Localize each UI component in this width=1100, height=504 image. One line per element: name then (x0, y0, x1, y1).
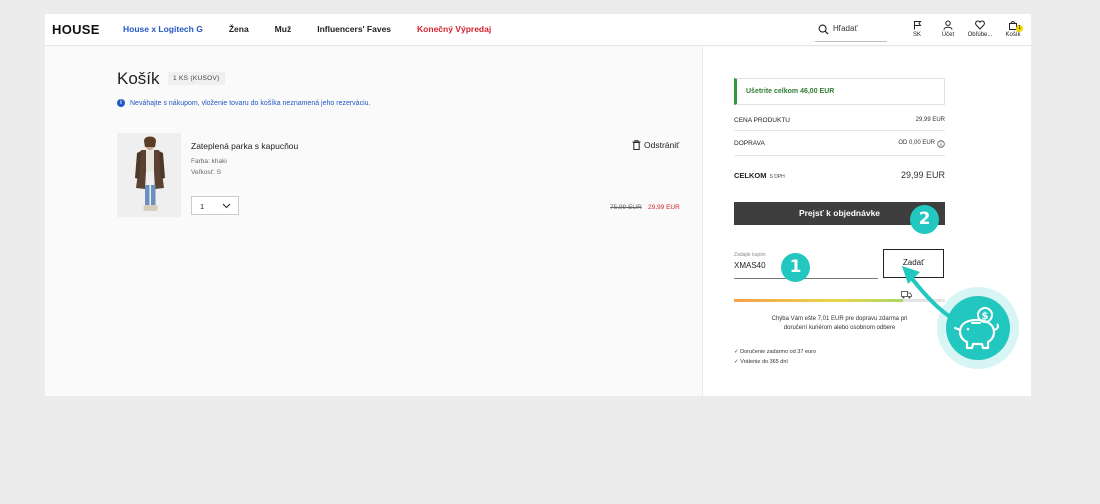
flag-icon (913, 21, 921, 30)
shipping-label: DOPRAVA (734, 140, 765, 147)
product-image[interactable] (117, 133, 181, 217)
nav-item-influencers[interactable]: Influencers' Faves (317, 24, 391, 34)
info-icon: i (117, 99, 125, 107)
step-2-marker: 2 (910, 205, 939, 234)
trash-icon (632, 140, 641, 150)
original-price: 75,99 EUR (610, 204, 642, 211)
piggy-bank-icon: $ (946, 296, 1010, 360)
chevron-down-icon (222, 203, 231, 209)
page-frame: HOUSE House x Logitech G Žena Muž Influe… (45, 14, 1031, 396)
item-count-badge: 1 KS (KUSOV) (168, 72, 225, 85)
search-icon (818, 24, 829, 35)
account-button[interactable]: Účet (935, 20, 961, 38)
language-button[interactable]: SK (904, 20, 930, 38)
product-name[interactable]: Zateplená parka s kapucňou (191, 141, 298, 151)
search-input[interactable]: Hľadať (815, 20, 887, 42)
benefit-item: ✓ Doručenie zadarmo od 37 euro (734, 349, 816, 355)
nav-item-logitech[interactable]: House x Logitech G (123, 24, 203, 34)
reservation-notice: i Neváhajte s nákupom, vloženie tovaru d… (117, 99, 370, 107)
total-label: CELKOM S DPH (734, 171, 785, 180)
product-size: Veľkosť: S (191, 169, 221, 176)
remove-button[interactable]: Odstrániť (632, 140, 679, 150)
benefit-item: ✓ Vrátenie do 365 dní (734, 359, 788, 365)
product-color: Farba: khaki (191, 158, 227, 165)
total-value: 29,99 EUR (900, 170, 945, 180)
search-placeholder: Hľadať (833, 24, 858, 33)
quantity-value: 1 (200, 202, 205, 211)
products-price-label: CENA PRODUKTU (734, 117, 790, 124)
favorites-button[interactable]: Obľúbe... (967, 20, 993, 38)
divider (734, 155, 945, 156)
savings-banner: Ušetrite celkom 46,00 EUR (734, 78, 945, 105)
cart-count-badge: 1 (1016, 25, 1023, 32)
coupon-input-underline (734, 278, 878, 279)
nav-item-muz[interactable]: Muž (275, 24, 292, 34)
quantity-select[interactable]: 1 (191, 196, 239, 215)
nav-item-sale[interactable]: Konečný Výpredaj (417, 24, 491, 34)
coupon-field-label: Zadajte kupón (734, 252, 766, 258)
step-1-marker: 1 (781, 253, 810, 282)
user-icon (943, 20, 953, 30)
coupon-input[interactable]: XMAS40 (734, 261, 766, 270)
heart-icon (975, 20, 985, 30)
page-title: Košík (117, 69, 160, 88)
savings-badge: $ (937, 287, 1019, 369)
remove-label: Odstrániť (644, 140, 680, 150)
vat-note: S DPH (769, 174, 785, 180)
total-row: CELKOM S DPH 29,99 EUR (734, 170, 945, 180)
products-price-row: CENA PRODUKTU 29,99 EUR (734, 117, 945, 124)
main-nav: House x Logitech G Žena Muž Influencers'… (123, 24, 517, 34)
shipping-row: DOPRAVA OD 0,00 EUR (734, 140, 945, 148)
info-circle-icon[interactable] (937, 140, 945, 148)
logo[interactable]: HOUSE (52, 22, 100, 37)
parka-illustration (117, 133, 181, 217)
site-header: HOUSE House x Logitech G Žena Muž Influe… (45, 14, 1031, 46)
products-price-value: 29,99 EUR (915, 117, 945, 123)
nav-item-zena[interactable]: Žena (229, 24, 249, 34)
reservation-notice-text: Neváhajte s nákupom, vloženie tovaru do … (130, 99, 371, 107)
language-label: SK (912, 32, 921, 38)
account-label: Účet (941, 32, 955, 38)
divider (734, 130, 945, 131)
favorites-label: Obľúbe... (967, 32, 993, 38)
cart-label: Košík (1005, 32, 1021, 38)
cart-button[interactable]: 1 Košík (1000, 20, 1026, 38)
sale-price: 29,99 EUR (648, 204, 680, 211)
